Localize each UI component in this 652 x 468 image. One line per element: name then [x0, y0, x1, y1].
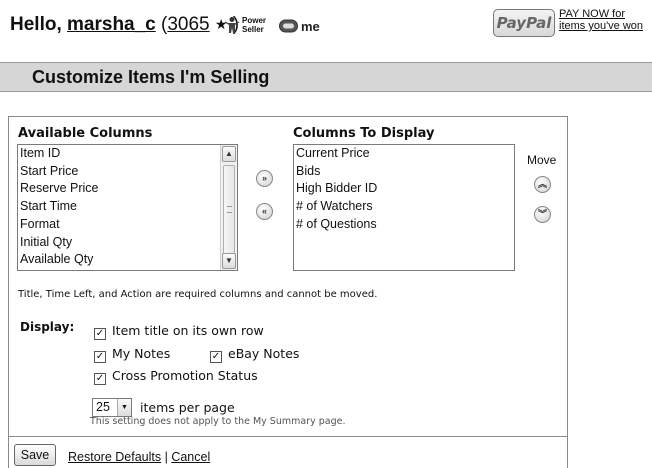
paypal-line1: PAY NOW for [559, 8, 626, 20]
footer-divider [8, 436, 568, 437]
scroll-up-button[interactable]: ▲ [222, 146, 236, 162]
cross-promotion-option[interactable]: ✓ Cross Promotion Status [94, 368, 258, 385]
username-link[interactable]: marsha_c [67, 14, 156, 35]
item-title-row-option[interactable]: ✓ Item title on its own row [94, 323, 264, 340]
ebay-notes-option[interactable]: ✓ eBay Notes [210, 346, 299, 363]
items-per-page-hint: This setting does not apply to the My Su… [90, 416, 346, 427]
item-title-row-checkbox[interactable]: ✓ [94, 328, 106, 340]
available-column-option[interactable]: Initial Qty [18, 234, 237, 252]
power-seller-line2: Seller [242, 25, 264, 34]
feedback-score-link[interactable]: 3065 [167, 14, 209, 35]
scroll-down-button[interactable]: ▼ [222, 253, 236, 269]
chevron-down-icon[interactable]: ▼ [117, 399, 131, 416]
greeting-header: Hello, marsha_c (3065 ★ ) [10, 14, 239, 36]
my-notes-checkbox[interactable]: ✓ [94, 351, 106, 363]
power-seller-label: Power Seller [242, 16, 266, 34]
cross-promotion-label: Cross Promotion Status [112, 368, 258, 383]
ebay-notes-label: eBay Notes [228, 346, 300, 361]
display-column-option[interactable]: Current Price [294, 145, 514, 163]
scroll-grip [227, 206, 232, 213]
my-notes-option[interactable]: ✓ My Notes [94, 346, 170, 363]
display-columns-heading: Columns To Display [293, 126, 435, 141]
restore-defaults-link[interactable]: Restore Defaults [68, 450, 161, 464]
items-per-page-select[interactable]: 25 ▼ [92, 398, 132, 417]
available-column-option[interactable]: Start Price [18, 163, 237, 181]
item-title-row-label: Item title on its own row [112, 323, 264, 338]
move-down-button[interactable]: ︾ [534, 206, 551, 223]
footer-links: Restore Defaults | Cancel [68, 450, 210, 464]
ebay-notes-checkbox[interactable]: ✓ [210, 351, 222, 363]
power-seller-icon [224, 17, 240, 33]
cross-promotion-checkbox[interactable]: ✓ [94, 373, 106, 385]
remove-column-button[interactable]: « [256, 203, 273, 220]
my-notes-label: My Notes [112, 346, 171, 361]
greeting-text: Hello, [10, 14, 62, 35]
display-column-option[interactable]: # of Watchers [294, 198, 514, 216]
me-badge-text: me [301, 19, 320, 34]
available-column-option[interactable]: Item ID [18, 145, 237, 163]
items-per-page-label: items per page [140, 400, 235, 415]
paypal-line2: items you've won [559, 20, 644, 32]
links-separator: | [161, 450, 172, 464]
items-per-page-value: 25 [96, 400, 110, 414]
available-column-option[interactable]: Start Time [18, 198, 237, 216]
available-column-option[interactable]: Reserve Price [18, 180, 237, 198]
me-page-icon[interactable]: me [279, 18, 325, 34]
cancel-link[interactable]: Cancel [171, 450, 210, 464]
available-column-option[interactable]: Format [18, 216, 237, 234]
add-column-button[interactable]: » [256, 170, 273, 187]
move-label: Move [527, 153, 557, 167]
move-up-button[interactable]: ︽ [534, 176, 551, 193]
display-column-option[interactable]: # of Questions [294, 216, 514, 234]
display-column-option[interactable]: Bids [294, 163, 514, 181]
save-button[interactable]: Save [14, 444, 56, 466]
paypal-logo[interactable]: PayPal [493, 9, 555, 37]
required-columns-note: Title, Time Left, and Action are require… [18, 289, 378, 300]
available-list-scrollbar[interactable]: ▲ ▼ [220, 145, 237, 270]
available-columns-list[interactable]: Item ID Start Price Reserve Price Start Tim… [17, 144, 238, 271]
page-title: Customize Items I'm Selling [32, 67, 270, 87]
paypal-pay-now-link[interactable]: PAY NOW for items you've won [559, 8, 643, 32]
page-title-bar: Customize Items I'm Selling [0, 62, 652, 92]
available-column-option[interactable]: Available Qty [18, 251, 237, 269]
available-columns-heading: Available Columns [18, 126, 153, 141]
display-options-label: Display: [20, 320, 75, 334]
power-seller-line1: Power [242, 16, 267, 25]
display-column-option[interactable]: High Bidder ID [294, 180, 514, 198]
scroll-thumb[interactable] [223, 165, 235, 255]
display-columns-list[interactable]: Current Price Bids High Bidder ID # of Watc… [293, 144, 515, 271]
